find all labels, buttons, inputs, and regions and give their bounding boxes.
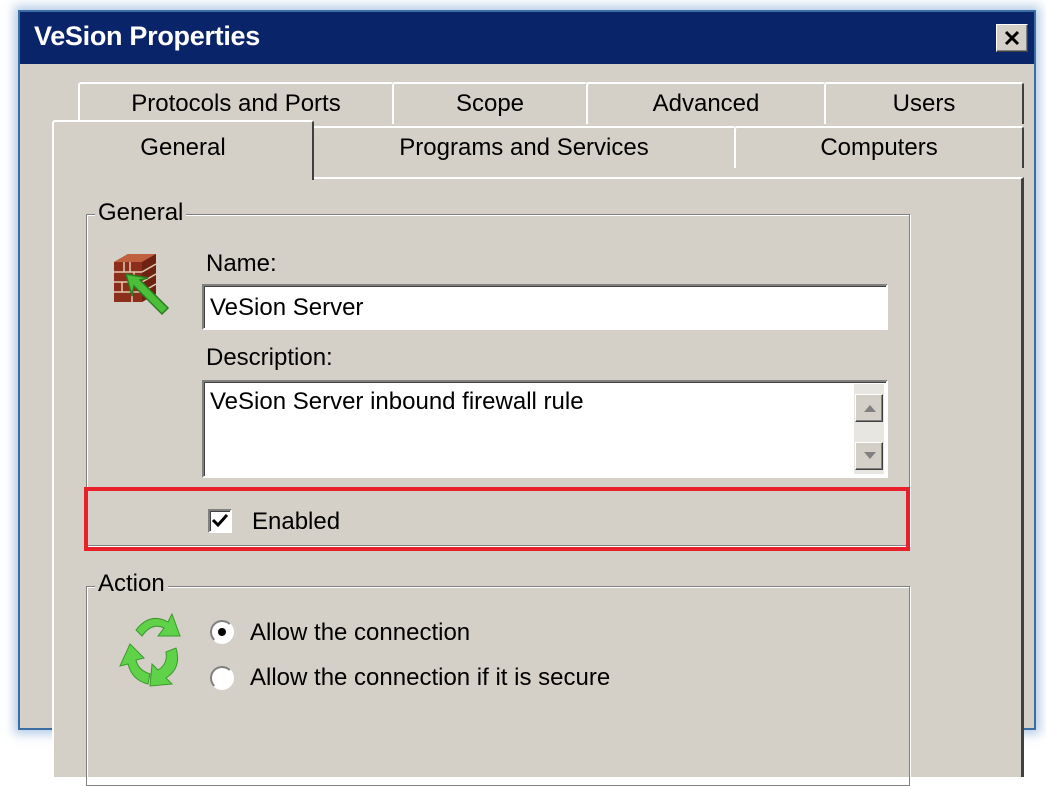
tab-advanced[interactable]: Advanced xyxy=(586,82,826,124)
tab-label: Programs and Services xyxy=(399,134,649,161)
description-field[interactable]: VeSion Server inbound firewall rule xyxy=(202,380,888,478)
name-label: Name: xyxy=(206,250,277,277)
tab-scope[interactable]: Scope xyxy=(392,82,588,124)
enabled-highlight-box xyxy=(84,487,910,551)
action-arrows-icon xyxy=(119,612,181,687)
description-text: VeSion Server inbound firewall rule xyxy=(210,388,584,415)
tab-label: Protocols and Ports xyxy=(131,90,341,117)
properties-dialog: VeSion Properties Protocols and Ports Sc… xyxy=(18,10,1036,786)
tab-programs-and-services[interactable]: Programs and Services xyxy=(312,126,736,168)
allow-secure-connection-radio[interactable] xyxy=(210,666,234,690)
allow-connection-radio[interactable] xyxy=(210,620,234,644)
tab-label: Advanced xyxy=(652,90,760,117)
allow-connection-label[interactable]: Allow the connection xyxy=(250,619,470,647)
window-title: VeSion Properties xyxy=(34,21,260,51)
description-scrollbar[interactable] xyxy=(854,384,884,474)
title-bar[interactable]: VeSion Properties xyxy=(20,12,1034,64)
radio-selected-dot xyxy=(218,628,226,636)
name-field[interactable]: VeSion Server xyxy=(202,284,888,330)
allow-secure-connection-label[interactable]: Allow the connection if it is secure xyxy=(250,664,610,692)
scroll-down-button[interactable] xyxy=(855,442,883,470)
action-group-legend: Action xyxy=(95,570,168,598)
tab-general[interactable]: General xyxy=(52,120,314,180)
description-label: Description: xyxy=(206,344,333,371)
arrow-down-icon xyxy=(864,452,876,459)
firewall-rule-icon xyxy=(114,254,170,316)
tab-label: Users xyxy=(892,90,956,117)
arrow-up-icon xyxy=(864,405,876,412)
tab-label: Computers xyxy=(820,134,938,161)
scroll-up-button[interactable] xyxy=(855,394,883,422)
tab-computers[interactable]: Computers xyxy=(734,126,1024,168)
tab-label: Scope xyxy=(455,90,525,117)
tab-protocols-and-ports[interactable]: Protocols and Ports xyxy=(78,82,394,124)
tab-label: General xyxy=(140,134,226,161)
tab-users[interactable]: Users xyxy=(824,82,1024,124)
general-group-legend: General xyxy=(95,199,187,227)
close-button[interactable] xyxy=(996,24,1028,52)
close-icon xyxy=(1004,30,1020,46)
